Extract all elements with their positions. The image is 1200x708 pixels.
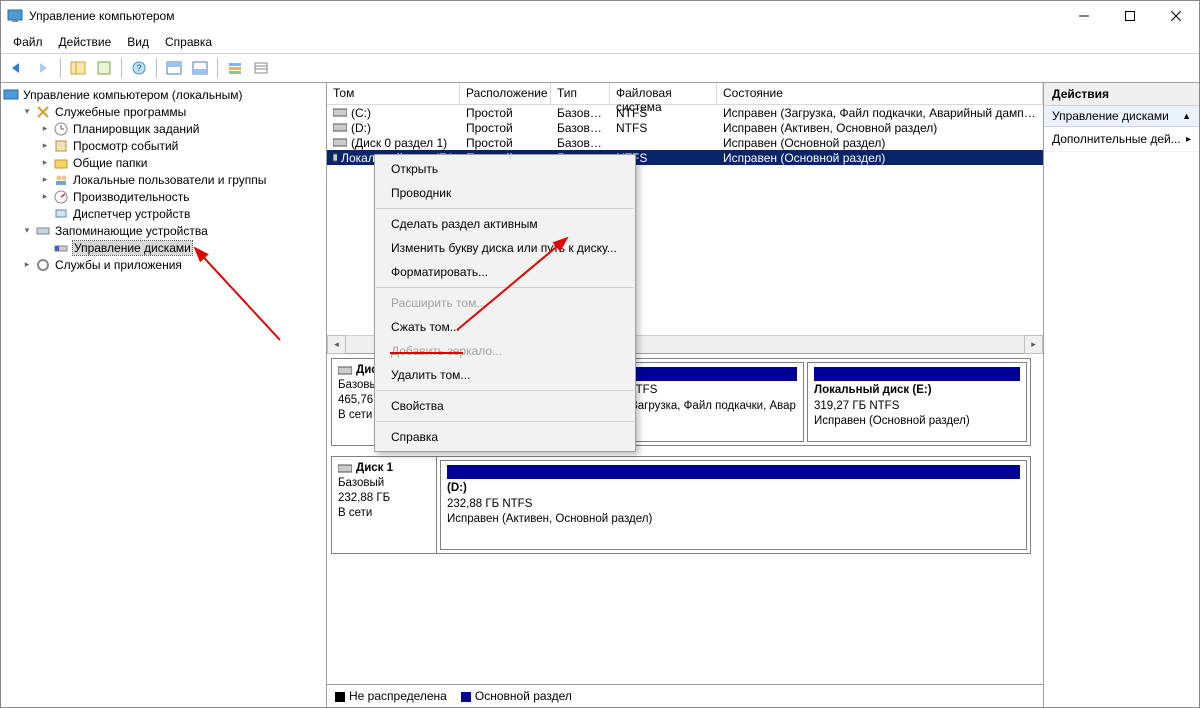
context-menu: Открыть Проводник Сделать раздел активны… xyxy=(374,154,636,452)
device-icon xyxy=(53,206,69,222)
volume-row[interactable]: (Диск 0 раздел 1) ПростойБазовыйИсправен… xyxy=(327,135,1043,150)
volume-row[interactable]: (C:) ПростойБазовыйNTFSИсправен (Загрузк… xyxy=(327,105,1043,120)
tree-pane: Управление компьютером (локальным) ▾ Служ… xyxy=(1,83,327,707)
forward-button[interactable] xyxy=(31,56,55,80)
hdd-icon xyxy=(338,463,352,474)
computer-icon xyxy=(3,87,19,103)
ctx-properties[interactable]: Свойства xyxy=(375,394,635,418)
menu-action[interactable]: Действие xyxy=(51,33,120,51)
scroll-left-button[interactable]: ◂ xyxy=(327,335,346,354)
header-layout[interactable]: Расположение xyxy=(460,83,551,105)
expand-icon[interactable]: ▸ xyxy=(37,191,53,202)
expand-icon[interactable]: ▾ xyxy=(19,225,35,236)
disk-1-block: Диск 1 Базовый 232,88 ГБ В сети (D:) 232… xyxy=(331,456,1031,554)
drive-icon xyxy=(333,152,337,163)
ctx-format[interactable]: Форматировать... xyxy=(375,260,635,284)
expand-icon[interactable]: ▸ xyxy=(19,259,35,270)
header-type[interactable]: Тип xyxy=(551,83,610,105)
ctx-shrink[interactable]: Сжать том... xyxy=(375,315,635,339)
header-fs[interactable]: Файловая система xyxy=(610,83,717,105)
tree-root[interactable]: Управление компьютером (локальным) xyxy=(23,88,243,102)
folder-icon xyxy=(53,155,69,171)
expand-icon[interactable]: ▸ xyxy=(37,157,53,168)
disk-icon xyxy=(53,240,69,256)
legend: Не распределена Основной раздел xyxy=(327,684,1043,707)
perf-icon xyxy=(53,189,69,205)
tool-show-hide[interactable] xyxy=(66,56,90,80)
ctx-make-active[interactable]: Сделать раздел активным xyxy=(375,212,635,236)
tree-disk-management[interactable]: Управление дисками xyxy=(73,241,192,255)
scroll-right-button[interactable]: ▸ xyxy=(1024,335,1043,354)
clock-icon xyxy=(53,121,69,137)
legend-swatch-primary xyxy=(461,692,471,702)
actions-more[interactable]: Дополнительные дей... ▸ xyxy=(1044,127,1199,152)
tool-settings[interactable] xyxy=(223,56,247,80)
menubar: Файл Действие Вид Справка xyxy=(1,31,1199,53)
ctx-explorer[interactable]: Проводник xyxy=(375,181,635,205)
header-volume[interactable]: Том xyxy=(327,83,460,105)
window-title: Управление компьютером xyxy=(29,9,1061,23)
tool-properties[interactable] xyxy=(92,56,116,80)
table-headers: Том Расположение Тип Файловая система Со… xyxy=(327,83,1043,105)
tools-icon xyxy=(35,104,51,120)
chevron-right-icon: ▸ xyxy=(1186,134,1191,145)
ctx-mirror: Добавить зеркало... xyxy=(375,339,635,363)
legend-swatch-unallocated xyxy=(335,692,345,702)
legend-label-primary: Основной раздел xyxy=(475,689,572,703)
actions-header: Действия xyxy=(1044,83,1199,106)
chevron-up-icon: ▲ xyxy=(1182,111,1191,121)
actions-current[interactable]: Управление дисками ▲ xyxy=(1044,106,1199,127)
actions-pane: Действия Управление дисками ▲ Дополнител… xyxy=(1043,83,1199,707)
tree-storage[interactable]: Запоминающие устройства xyxy=(55,224,208,238)
close-button[interactable] xyxy=(1153,1,1199,31)
svg-text:?: ? xyxy=(136,63,141,73)
tree-device-manager[interactable]: Диспетчер устройств xyxy=(73,207,190,221)
tree-services-apps[interactable]: Службы и приложения xyxy=(55,258,182,272)
titlebar: Управление компьютером xyxy=(1,1,1199,31)
eventlog-icon xyxy=(53,138,69,154)
menu-file[interactable]: Файл xyxy=(5,33,51,51)
disk-0-partition-3[interactable]: Локальный диск (E:) 319,27 ГБ NTFS Испра… xyxy=(807,362,1027,442)
tree-shared-folders[interactable]: Общие папки xyxy=(73,156,147,170)
ctx-delete[interactable]: Удалить том... xyxy=(375,363,635,387)
storage-icon xyxy=(35,223,51,239)
tool-help[interactable]: ? xyxy=(127,56,151,80)
ctx-help[interactable]: Справка xyxy=(375,425,635,449)
services-icon xyxy=(35,257,51,273)
tool-list[interactable] xyxy=(249,56,273,80)
drive-icon xyxy=(333,122,347,133)
tree-task-scheduler[interactable]: Планировщик заданий xyxy=(73,122,199,136)
minimize-button[interactable] xyxy=(1061,1,1107,31)
drive-icon xyxy=(333,137,347,148)
legend-label-unallocated: Не распределена xyxy=(349,689,447,703)
tool-view-top[interactable] xyxy=(162,56,186,80)
maximize-button[interactable] xyxy=(1107,1,1153,31)
expand-icon[interactable]: ▸ xyxy=(37,140,53,151)
toolbar: ? xyxy=(1,53,1199,83)
main-pane: Том Расположение Тип Файловая система Со… xyxy=(327,83,1043,707)
tool-view-bottom[interactable] xyxy=(188,56,212,80)
disk-1-partition-1[interactable]: (D:) 232,88 ГБ NTFS Исправен (Активен, О… xyxy=(440,460,1027,550)
drive-icon xyxy=(333,107,347,118)
hdd-icon xyxy=(338,365,352,376)
tree-system-tools[interactable]: Служебные программы xyxy=(55,105,186,119)
ctx-extend: Расширить том... xyxy=(375,291,635,315)
header-status[interactable]: Состояние xyxy=(717,83,1043,105)
volume-row[interactable]: (D:) ПростойБазовыйNTFSИсправен (Активен… xyxy=(327,120,1043,135)
back-button[interactable] xyxy=(5,56,29,80)
expand-icon[interactable]: ▾ xyxy=(19,106,35,117)
expand-icon[interactable]: ▸ xyxy=(37,174,53,185)
menu-view[interactable]: Вид xyxy=(119,33,157,51)
tree-local-users[interactable]: Локальные пользователи и группы xyxy=(73,173,266,187)
ctx-change-letter[interactable]: Изменить букву диска или путь к диску... xyxy=(375,236,635,260)
tree-performance[interactable]: Производительность xyxy=(73,190,189,204)
expand-icon[interactable]: ▸ xyxy=(37,123,53,134)
users-icon xyxy=(53,172,69,188)
tree-event-viewer[interactable]: Просмотр событий xyxy=(73,139,178,153)
ctx-open[interactable]: Открыть xyxy=(375,157,635,181)
menu-help[interactable]: Справка xyxy=(157,33,220,51)
app-icon xyxy=(7,8,23,24)
